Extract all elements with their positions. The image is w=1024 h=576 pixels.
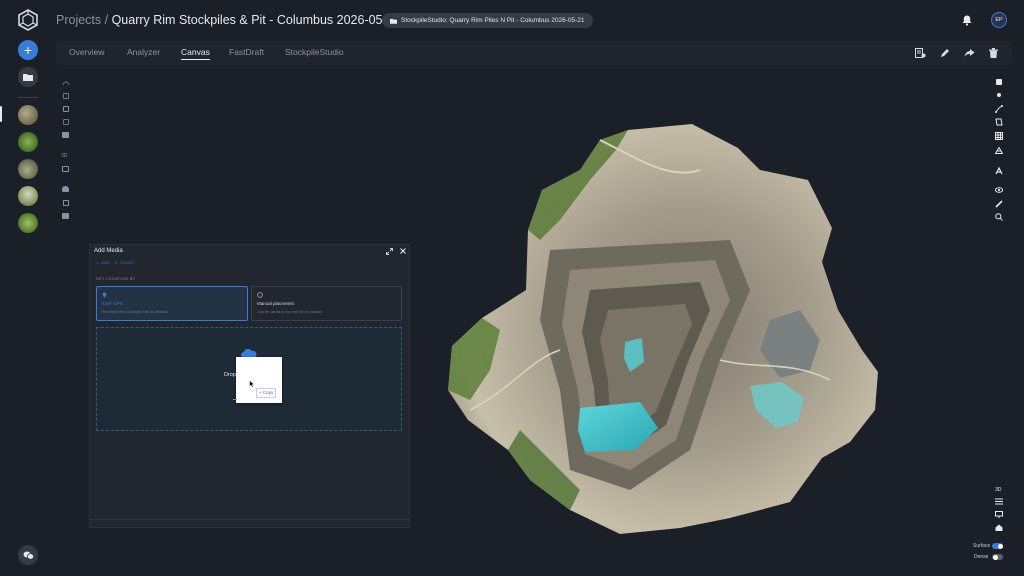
tab-canvas[interactable]: Canvas	[181, 47, 210, 60]
cursor-icon	[249, 380, 255, 388]
project-thumb-3[interactable]	[18, 159, 38, 179]
surface-toggle[interactable]	[992, 543, 1003, 549]
tab-analyzer[interactable]: Analyzer	[127, 47, 160, 57]
avatar-initials: EP	[995, 17, 1003, 23]
gallery-tool-icon[interactable]	[62, 166, 69, 172]
drop-subtext-mark	[233, 399, 237, 400]
home-icon[interactable]	[995, 524, 1003, 531]
comment-icon[interactable]	[996, 79, 1002, 85]
point-icon[interactable]	[997, 93, 1001, 97]
plus-icon: +	[23, 42, 33, 58]
stockpile-icon[interactable]	[995, 146, 1003, 154]
section-label: SET LOCATION BY	[96, 277, 136, 281]
gauge-icon[interactable]	[62, 79, 70, 86]
document-tool-icon[interactable]	[63, 106, 69, 112]
page-title: Projects / Quarry Rim Stockpiles & Pit -…	[56, 13, 401, 27]
chip-label: StockpileStudio: Quarry Rim Piles N Pit …	[401, 17, 585, 24]
option-manual-title: Manual placement	[257, 301, 294, 306]
quarry-3d-model[interactable]	[430, 110, 900, 540]
location-pin-icon	[102, 292, 107, 298]
camera-tool-icon[interactable]	[62, 213, 69, 219]
breadcrumb-separator: /	[101, 13, 112, 27]
tab-overview[interactable]: Overview	[69, 47, 104, 57]
report-icon[interactable]	[915, 48, 926, 58]
monitor-icon[interactable]	[995, 511, 1003, 518]
page-tool-icon[interactable]	[63, 119, 69, 125]
image-tool-icon[interactable]	[62, 132, 69, 138]
panel-steps: 1. ADD 2. CHART	[96, 261, 136, 265]
project-chip[interactable]: StockpileStudio: Quarry Rim Piles N Pit …	[382, 13, 593, 28]
tab-stockpilestudio[interactable]: StockpileStudio	[285, 47, 344, 57]
project-thumb-4[interactable]	[18, 186, 38, 206]
eye-icon[interactable]	[995, 187, 1003, 193]
left-3d-label[interactable]: 3D	[61, 153, 67, 159]
app-logo-icon[interactable]	[17, 9, 39, 31]
folder-icon	[23, 74, 33, 81]
surface-label: Surface	[973, 543, 991, 549]
right-3d-label[interactable]: 3D	[995, 487, 1001, 493]
dense-toggle[interactable]	[992, 554, 1003, 560]
option-manual-desc: Click the canvas to drop each file at a …	[257, 310, 322, 314]
bell-icon[interactable]	[962, 15, 972, 26]
project-thumb-1[interactable]	[18, 105, 38, 125]
ruler-icon[interactable]	[995, 200, 1003, 208]
panel-title: Add Media	[94, 248, 123, 254]
project-thumb-2[interactable]	[18, 132, 38, 152]
frame-tool-icon[interactable]	[63, 200, 69, 206]
folder-icon	[390, 18, 397, 24]
chat-button[interactable]	[18, 545, 38, 565]
avatar[interactable]: EP	[991, 12, 1007, 28]
layer-tool-icon[interactable]	[63, 93, 69, 99]
rail-divider	[18, 97, 38, 98]
project-title: Quarry Rim Stockpiles & Pit - Columbus 2…	[111, 13, 401, 27]
folder-button[interactable]	[18, 67, 38, 87]
add-button[interactable]: +	[18, 40, 38, 60]
copy-badge: + Copy	[256, 388, 277, 398]
breadcrumb-projects[interactable]: Projects	[56, 13, 101, 27]
polygon-icon[interactable]	[995, 118, 1003, 126]
chat-icon	[23, 551, 34, 560]
dense-label: Dense	[974, 554, 989, 560]
option-exif-desc: Read each file's coordinates from its me…	[102, 310, 168, 314]
expand-icon[interactable]	[386, 248, 393, 255]
close-icon[interactable]	[400, 248, 406, 254]
trash-icon[interactable]	[989, 48, 998, 58]
share-icon[interactable]	[964, 48, 975, 58]
grid-icon[interactable]	[995, 132, 1003, 140]
tab-fastdraft[interactable]: FastDraft	[229, 47, 264, 57]
text-annotation-icon[interactable]	[995, 167, 1003, 175]
edit-icon[interactable]	[940, 48, 950, 58]
project-thumb-5[interactable]	[18, 213, 38, 233]
drop-text: Drop	[224, 372, 236, 378]
active-indicator	[0, 106, 2, 122]
polyline-icon[interactable]	[995, 105, 1003, 113]
zoom-icon[interactable]	[995, 213, 1003, 221]
list-icon[interactable]	[995, 498, 1003, 505]
option-exif-title: EXIF GPS	[102, 301, 123, 306]
user-tool-icon[interactable]	[62, 186, 69, 192]
crosshair-icon	[257, 292, 263, 298]
panel-footer-divider	[89, 519, 410, 520]
